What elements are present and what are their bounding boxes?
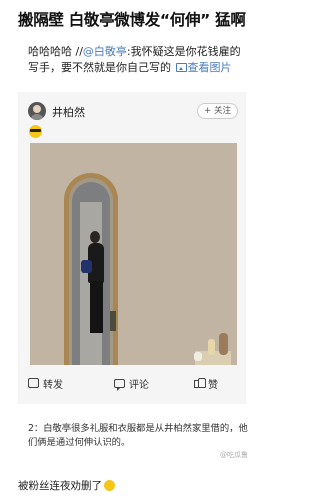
mention-link[interactable]: @白敬亭 bbox=[83, 45, 127, 58]
figurine bbox=[194, 352, 202, 361]
caption: 被粉丝连夜劝删了 bbox=[18, 478, 115, 493]
comment-icon bbox=[114, 378, 125, 391]
post-text: 哈哈哈哈 //@白敬亭:我怀疑这是你花钱雇的写手，要不然就是你自己写的 查看图片 bbox=[28, 44, 248, 76]
comment-text: 2：白敬亭很多礼服和衣服都是从井柏然家里借的，他们俩是通过何伸认识的。 bbox=[28, 423, 248, 448]
person-head bbox=[90, 231, 100, 243]
post-prefix: 哈哈哈哈 // bbox=[28, 45, 83, 58]
face-emoji-icon bbox=[104, 480, 115, 491]
sunglasses-emoji-icon bbox=[29, 125, 42, 138]
avatar[interactable] bbox=[28, 102, 46, 120]
bag bbox=[81, 260, 92, 273]
like-button[interactable]: 赞 bbox=[194, 373, 218, 393]
like-label: 赞 bbox=[208, 379, 218, 391]
action-bar: 转发 评论 赞 bbox=[18, 373, 246, 393]
headline: 搬隔壁 白敬亭微博发“何伸” 猛啊 bbox=[18, 11, 246, 29]
caption-text: 被粉丝连夜劝删了 bbox=[18, 480, 102, 492]
figurine bbox=[219, 333, 228, 355]
image-icon bbox=[175, 63, 187, 72]
reposted-card: 井柏然 + 关注 转发 评论 赞 bbox=[18, 92, 246, 404]
figurine bbox=[208, 339, 215, 355]
view-image-link[interactable]: 查看图片 bbox=[188, 61, 232, 74]
comment-button[interactable]: 评论 bbox=[114, 373, 149, 393]
plant bbox=[110, 311, 116, 331]
thumbs-up-icon bbox=[194, 378, 206, 388]
person-legs bbox=[90, 281, 103, 333]
repost-label: 转发 bbox=[43, 379, 63, 391]
author-name[interactable]: 井柏然 bbox=[52, 104, 85, 120]
watermark: @吃瓜鲁 bbox=[220, 451, 248, 459]
repost-button[interactable]: 转发 bbox=[28, 373, 63, 393]
repost-icon bbox=[28, 378, 39, 388]
post-photo[interactable] bbox=[30, 143, 237, 365]
comment-label: 评论 bbox=[129, 379, 149, 391]
follow-button[interactable]: + 关注 bbox=[197, 103, 238, 119]
